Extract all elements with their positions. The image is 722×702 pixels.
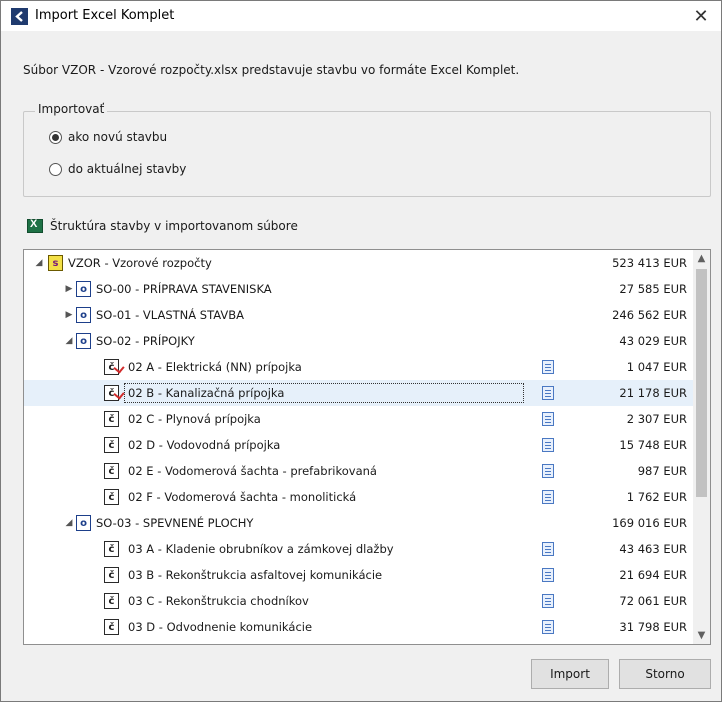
vertical-scrollbar[interactable]: ▲ ▼ — [693, 250, 710, 644]
tree-row-label: 02 D - Vodovodná prípojka — [128, 438, 281, 452]
structure-tree[interactable]: č 03 D - Odvodnenie komunikácie 31 798 EUR… — [23, 249, 711, 645]
tree-row[interactable]: č 02 C - Plynová prípojka 2 307 EUR — [24, 406, 693, 432]
tree-row-amount: 987 EUR — [637, 464, 687, 478]
tree-row[interactable]: č 03 C - Rekonštrukcia chodníkov 72 061 EU… — [24, 588, 693, 614]
tree-row-amount: 169 016 EUR — [612, 516, 687, 530]
info-text: Súbor VZOR - Vzorové rozpočty.xlsx preds… — [23, 63, 520, 77]
tree-row-label: 03 A - Kladenie obrubníkov a zámkovej dl… — [128, 542, 394, 556]
expand-arrow-icon[interactable]: ▶ — [64, 310, 74, 320]
import-button[interactable]: Import — [531, 659, 609, 689]
cancel-button[interactable]: Storno — [619, 659, 711, 689]
window-title: Import Excel Komplet — [35, 8, 175, 23]
tree-row[interactable]: č 02 B - Kanalizačná prípojka 21 178 EUR — [24, 380, 693, 406]
tree-row-label: 02 C - Plynová prípojka — [128, 412, 261, 426]
building-icon: s — [48, 255, 63, 271]
tree-row-amount: 27 585 EUR — [619, 282, 687, 296]
radio-label: ako novú stavbu — [68, 130, 168, 144]
tree-row-label: 02 B - Kanalizačná prípojka — [128, 386, 285, 400]
tree-row[interactable]: ◢ o SO-03 - SPEVNENÉ PLOCHY 169 016 EUR — [24, 510, 693, 536]
radio-current-building[interactable]: do aktuálnej stavby — [49, 162, 186, 176]
title-bar: Import Excel Komplet ✕ — [1, 1, 721, 31]
document-icon[interactable] — [542, 620, 554, 634]
tree-row[interactable]: ◢ o SO-02 - PRÍPOJKY 43 029 EUR — [24, 328, 693, 354]
radio-label: do aktuálnej stavby — [68, 162, 187, 176]
structure-heading-label: Štruktúra stavby v importovanom súbore — [50, 219, 298, 233]
back-arrow-icon — [11, 8, 28, 25]
document-icon[interactable] — [542, 594, 554, 608]
tree-row-amount: 523 413 EUR — [612, 256, 687, 270]
tree-row[interactable]: č 02 F - Vodomerová šachta - monolitická 1… — [24, 484, 693, 510]
tree-row-label: SO-01 - VLASTNÁ STAVBA — [96, 308, 244, 322]
tree-row-amount: 1 762 EUR — [626, 490, 687, 504]
document-icon[interactable] — [542, 542, 554, 556]
tree-row[interactable]: ▶ o SO-00 - PRÍPRAVA STAVENISKA 27 585 EUR — [24, 276, 693, 302]
tree-row-label: 03 C - Rekonštrukcia chodníkov — [128, 594, 309, 608]
tree-row-label: SO-00 - PRÍPRAVA STAVENISKA — [96, 282, 272, 296]
document-icon[interactable] — [542, 490, 554, 504]
object-icon: o — [76, 307, 91, 323]
tree-row-amount: 72 061 EUR — [619, 594, 687, 608]
tree-row-label: 02 F - Vodomerová šachta - monolitická — [128, 490, 357, 504]
import-mode-group — [23, 111, 711, 197]
budget-icon: č — [104, 541, 119, 557]
tree-row[interactable]: ◢ s VZOR - Vzorové rozpočty 523 413 EUR — [24, 250, 693, 276]
tree-row-label: SO-02 - PRÍPOJKY — [96, 334, 195, 348]
excel-icon — [27, 218, 43, 233]
close-icon[interactable]: ✕ — [681, 1, 721, 31]
radio-new-building[interactable]: ako novú stavbu — [49, 130, 167, 144]
document-icon[interactable] — [542, 360, 554, 374]
document-icon[interactable] — [542, 386, 554, 400]
tree-row-amount: 43 029 EUR — [619, 334, 687, 348]
collapse-arrow-icon[interactable]: ◢ — [34, 258, 44, 268]
collapse-arrow-icon[interactable]: ◢ — [64, 518, 74, 528]
budget-icon: č — [104, 489, 119, 505]
tree-row-amount: 21 694 EUR — [619, 568, 687, 582]
document-icon[interactable] — [542, 438, 554, 452]
object-icon: o — [76, 515, 91, 531]
tree-row[interactable]: č 03 B - Rekonštrukcia asfaltovej komunik… — [24, 562, 693, 588]
radio-button[interactable] — [49, 162, 62, 176]
tree-row[interactable]: ▶ o SO-01 - VLASTNÁ STAVBA 246 562 EUR — [24, 302, 693, 328]
budget-icon: č — [104, 437, 119, 453]
document-icon[interactable] — [542, 464, 554, 478]
budget-icon: č — [104, 593, 119, 609]
budget-icon: č — [104, 411, 119, 427]
budget-icon: č — [104, 567, 119, 583]
radio-button[interactable] — [49, 130, 62, 144]
tree-row-label: 03 B - Rekonštrukcia asfaltovej komuniká… — [128, 568, 383, 582]
tree-row-amount: 15 748 EUR — [619, 438, 687, 452]
document-icon[interactable] — [542, 412, 554, 426]
tree-row[interactable]: č 02 E - Vodomerová šachta - prefabrikova… — [24, 458, 693, 484]
collapse-arrow-icon[interactable]: ◢ — [64, 336, 74, 346]
budget-icon: č — [104, 463, 119, 479]
scroll-down-icon[interactable]: ▼ — [693, 627, 710, 644]
object-icon: o — [76, 333, 91, 349]
tree-row-amount: 1 047 EUR — [626, 360, 687, 374]
scroll-thumb[interactable] — [696, 269, 707, 497]
tree-row-label: SO-03 - SPEVNENÉ PLOCHY — [96, 516, 254, 530]
expand-arrow-icon[interactable]: ▶ — [64, 284, 74, 294]
tree-row-label: VZOR - Vzorové rozpočty — [68, 256, 212, 270]
budget-icon: č — [104, 619, 119, 635]
tree-row-amount: 2 307 EUR — [626, 412, 687, 426]
tree-row-amount: 31 798 EUR — [619, 620, 687, 634]
structure-heading: Štruktúra stavby v importovanom súbore — [27, 218, 298, 233]
import-dialog: Import Excel Komplet ✕ Súbor VZOR - Vzor… — [0, 0, 722, 702]
tree-row-label: 02 E - Vodomerová šachta - prefabrikovan… — [128, 464, 377, 478]
scroll-up-icon[interactable]: ▲ — [693, 250, 710, 267]
tree-row[interactable]: č 02 D - Vodovodná prípojka 15 748 EUR — [24, 432, 693, 458]
tree-row-label: 02 A - Elektrická (NN) prípojka — [128, 360, 302, 374]
tree-row-amount: 21 178 EUR — [619, 386, 687, 400]
import-mode-legend: Importovať — [35, 102, 108, 116]
object-icon: o — [76, 281, 91, 297]
tree-row-amount: 43 463 EUR — [619, 542, 687, 556]
document-icon[interactable] — [542, 568, 554, 582]
tree-row[interactable]: č 03 D - Odvodnenie komunikácie 31 798 EUR — [24, 614, 693, 640]
tree-row[interactable]: č 03 A - Kladenie obrubníkov a zámkovej d… — [24, 536, 693, 562]
tree-row[interactable]: č 02 A - Elektrická (NN) prípojka 1 047 EU… — [24, 354, 693, 380]
tree-row-label: 03 D - Odvodnenie komunikácie — [128, 620, 313, 634]
tree-row-amount: 246 562 EUR — [612, 308, 687, 322]
